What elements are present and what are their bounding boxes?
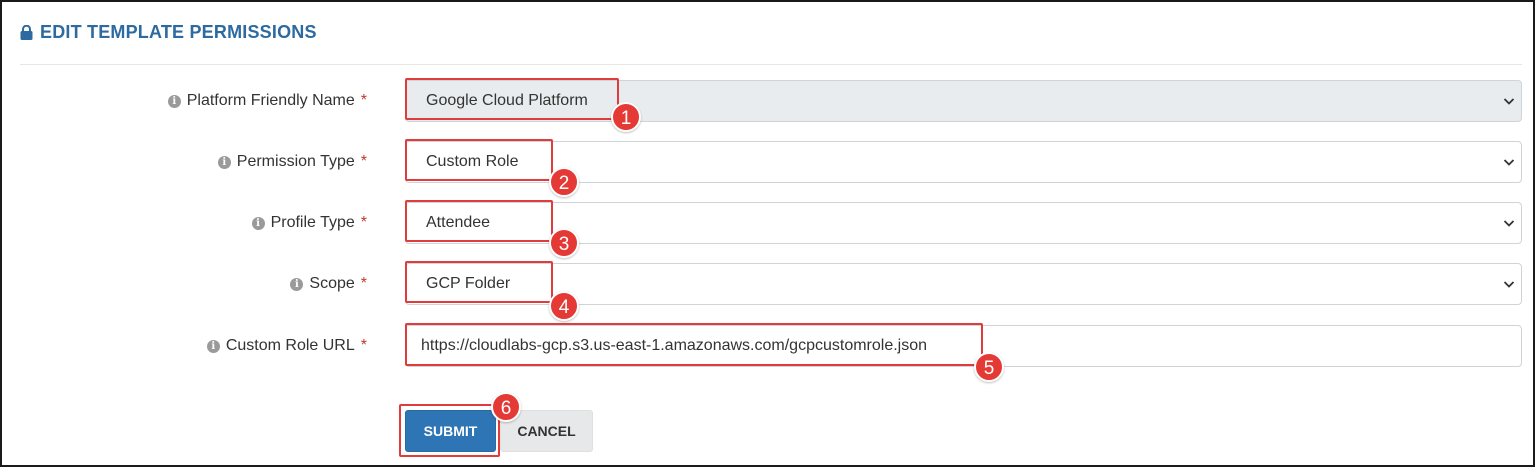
- permission-type-label: i Permission Type *: [217, 152, 367, 172]
- submit-button[interactable]: SUBMIT: [405, 410, 496, 452]
- annotation-badge-2: 2: [549, 167, 579, 197]
- input-value: https://cloudlabs-gcp.s3.us-east-1.amazo…: [421, 337, 928, 354]
- select-value: GCP Folder: [426, 275, 511, 292]
- scope-label: i Scope *: [290, 274, 367, 294]
- chevron-down-icon: [1503, 281, 1515, 288]
- page-header: EDIT TEMPLATE PERMISSIONS: [20, 20, 317, 44]
- required-marker: *: [360, 275, 367, 292]
- field-label: Custom Role URL: [225, 337, 355, 354]
- chevron-down-icon: [1503, 98, 1515, 105]
- annotation-badge-5: 5: [974, 352, 1004, 382]
- platform-friendly-name-label: i Platform Friendly Name *: [167, 91, 367, 111]
- info-icon[interactable]: i: [167, 94, 181, 108]
- annotation-badge-1: 1: [611, 102, 641, 132]
- annotation-badge-6: 6: [491, 392, 521, 422]
- custom-role-url-input[interactable]: https://cloudlabs-gcp.s3.us-east-1.amazo…: [405, 325, 1522, 367]
- field-label: Permission Type: [236, 153, 355, 170]
- select-value: Attendee: [426, 214, 491, 231]
- info-icon[interactable]: i: [251, 216, 265, 230]
- info-icon[interactable]: i: [290, 277, 304, 291]
- header-divider: [20, 64, 1522, 65]
- info-icon[interactable]: i: [217, 155, 231, 169]
- select-value: Custom Role: [426, 153, 519, 170]
- chevron-down-icon: [1503, 159, 1515, 166]
- required-marker: *: [360, 214, 367, 231]
- platform-friendly-name-select[interactable]: Google Cloud Platform: [405, 80, 1522, 122]
- profile-type-label: i Profile Type *: [251, 213, 367, 233]
- required-marker: *: [360, 337, 367, 354]
- required-marker: *: [360, 92, 367, 109]
- annotation-badge-3: 3: [549, 228, 579, 258]
- chevron-down-icon: [1503, 220, 1515, 227]
- page-title: EDIT TEMPLATE PERMISSIONS: [40, 21, 317, 42]
- select-value: Google Cloud Platform: [426, 92, 588, 109]
- required-marker: *: [360, 153, 367, 170]
- info-icon[interactable]: i: [206, 339, 220, 353]
- custom-role-url-label: i Custom Role URL *: [206, 336, 367, 356]
- field-label: Platform Friendly Name: [186, 92, 355, 109]
- field-label: Profile Type: [270, 214, 355, 231]
- lock-icon: [20, 24, 33, 40]
- field-label: Scope: [309, 275, 355, 292]
- annotation-badge-4: 4: [549, 291, 579, 321]
